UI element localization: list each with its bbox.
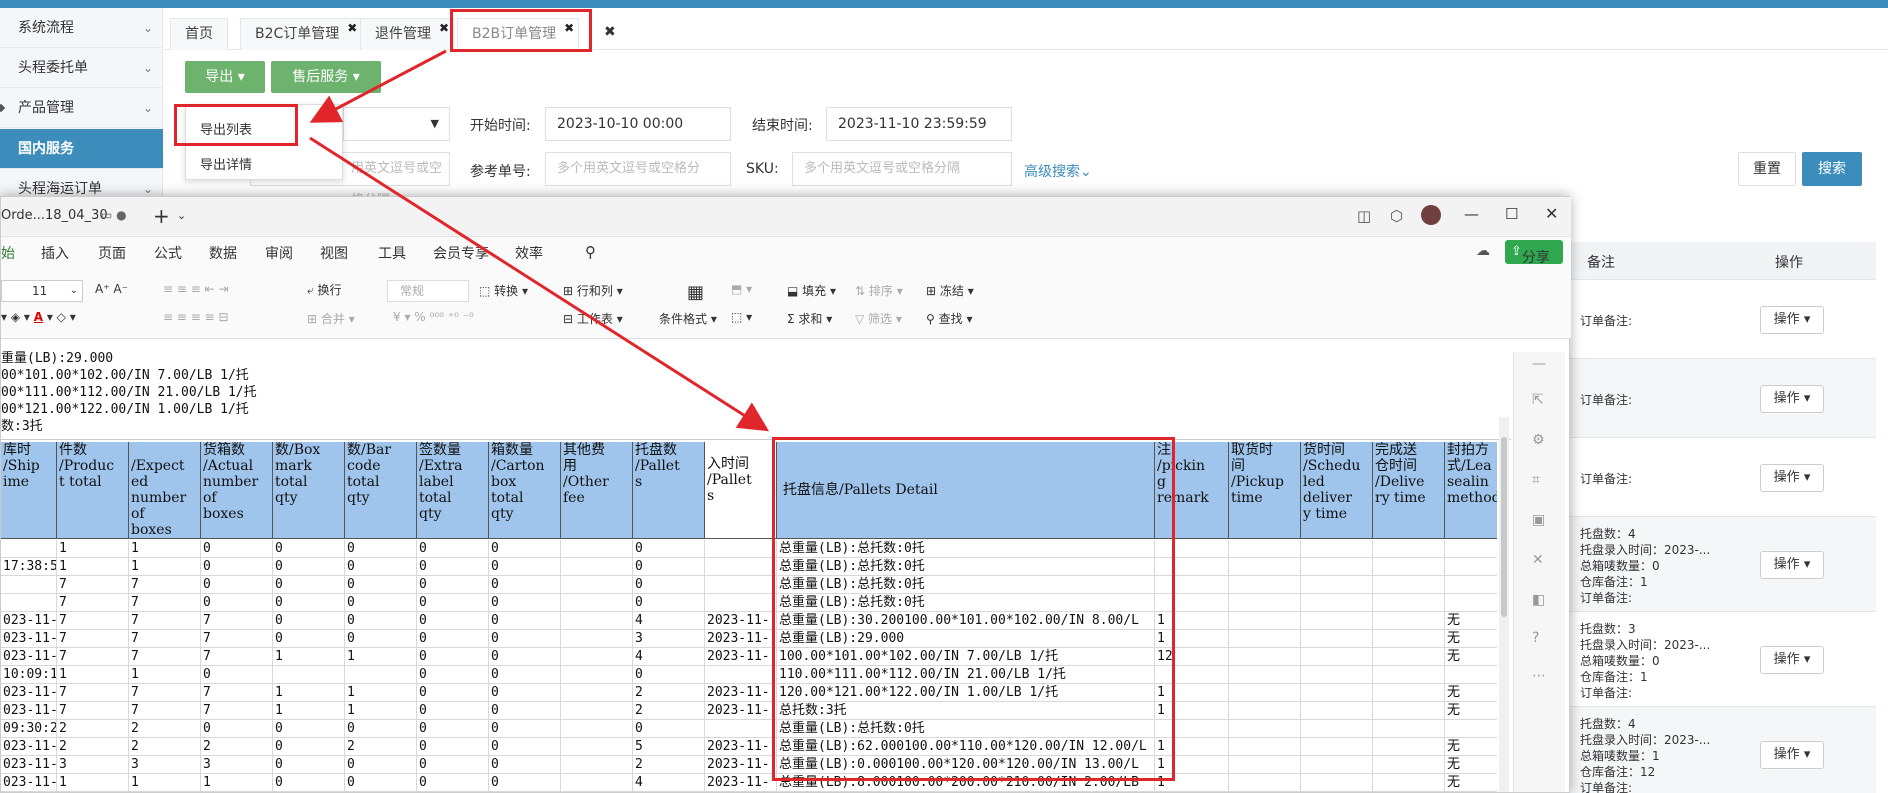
arrow-tab-to-menu [309,49,447,123]
arrow-menu-to-column [309,136,770,432]
annotation-arrows [309,49,770,432]
